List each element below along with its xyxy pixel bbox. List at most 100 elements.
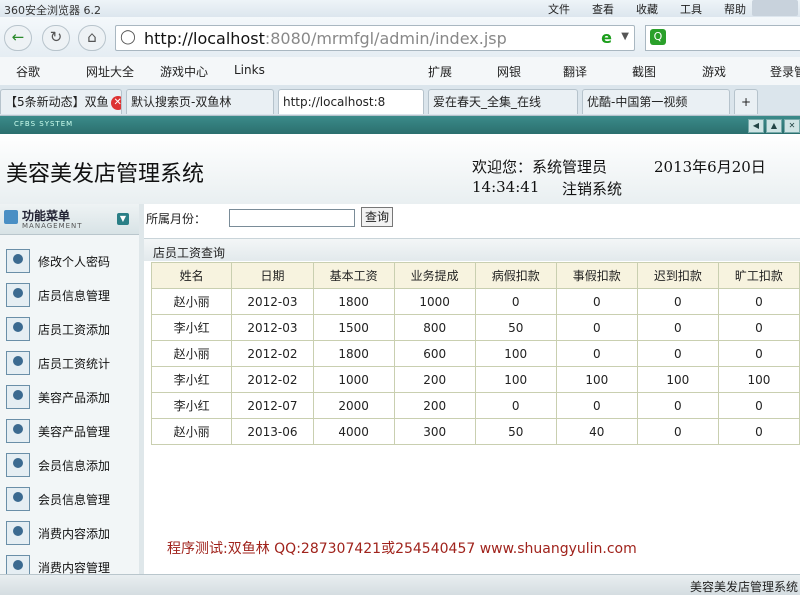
table-header-row: 姓名 日期 基本工资 业务提成 病假扣款 事假扣款 迟到扣款 旷工扣款 [150, 262, 800, 289]
refresh-icon[interactable]: ↻ [42, 25, 70, 51]
fav-site-directory[interactable]: 网址大全 [86, 63, 134, 80]
table-cell: 0 [717, 314, 800, 341]
sidebar-item-product-manage[interactable]: 美容产品管理 [0, 414, 139, 448]
toolbar-translate[interactable]: 翻译 [563, 63, 587, 80]
table-cell: 0 [636, 288, 719, 315]
collapse-up-icon[interactable]: ▲ [766, 119, 782, 133]
browser-title-bar: 360安全浏览器 6.2 文件 查看 收藏 工具 帮助 [0, 0, 800, 17]
toolbar-extensions[interactable]: 扩展 [428, 63, 452, 80]
app-title: 美容美发店管理系统 [6, 162, 205, 187]
toolbar-bank[interactable]: 网银 [497, 63, 521, 80]
table-cell: 李小红 [150, 392, 233, 419]
search-engine-icon[interactable]: Q [650, 29, 666, 45]
back-icon[interactable]: ← [4, 25, 32, 51]
menu-help[interactable]: 帮助 [724, 1, 746, 17]
sidebar-item-consumption-add[interactable]: 消费内容添加 [0, 516, 139, 550]
sidebar-item-salary-stats[interactable]: 店员工资统计 [0, 346, 139, 380]
table-cell: 2012-03 [231, 288, 314, 315]
user-icon [6, 487, 30, 511]
sidebar-item-label: 店员工资添加 [38, 323, 111, 337]
collapse-left-icon[interactable]: ◀ [748, 119, 764, 133]
search-input[interactable]: Q [645, 25, 800, 51]
table-row: 李小红 2012-03 1500 800 50 0 0 0 [150, 314, 800, 341]
sidebar-item-consumption-manage[interactable]: 消费内容管理 [0, 550, 139, 574]
close-icon[interactable]: ✕ [784, 119, 800, 133]
fav-game-center[interactable]: 游戏中心 [160, 63, 208, 80]
table-cell: 1500 [312, 314, 395, 341]
sidebar-item-label: 店员信息管理 [38, 289, 111, 303]
table-row: 李小红 2012-02 1000 200 100 100 100 100 [150, 366, 800, 393]
sidebar-item-member-add[interactable]: 会员信息添加 [0, 448, 139, 482]
sidebar-item-product-add[interactable]: 美容产品添加 [0, 380, 139, 414]
table-cell: 2013-06 [231, 418, 314, 445]
user-icon [6, 521, 30, 545]
tab-news[interactable]: 【5条新动态】双鱼 ✕ [0, 89, 122, 114]
table-cell: 0 [717, 392, 800, 419]
current-time: 14:34:41 [472, 178, 540, 196]
month-label: 所属月份： [146, 212, 207, 226]
chevron-down-icon[interactable]: ▼ [621, 31, 629, 42]
sidebar-header: 功能菜单 MANAGEMENT ▼ [0, 204, 139, 235]
table-cell: 2012-02 [231, 366, 314, 393]
table-cell: 300 [393, 418, 476, 445]
table-cell: 800 [393, 314, 476, 341]
logout-link[interactable]: 注销系统 [562, 178, 622, 199]
query-button[interactable]: 查询 [361, 207, 393, 227]
strip-controls: ◀ ▲ ✕ [748, 119, 800, 133]
tab-video[interactable]: 爱在春天_全集_在线 [428, 89, 578, 114]
table-cell: 200 [393, 366, 476, 393]
ie-mode-icon[interactable]: e [601, 28, 612, 47]
column-header: 姓名 [150, 262, 233, 289]
table-cell: 0 [474, 392, 557, 419]
table-cell: 2012-07 [231, 392, 314, 419]
url-path: :8080/mrmfgl/admin/index.jsp [264, 29, 507, 48]
sidebar-item-label: 消费内容管理 [38, 561, 111, 574]
status-text: 美容美发店管理系统 [689, 580, 798, 594]
table-cell: 0 [636, 314, 719, 341]
toolbar-games[interactable]: 游戏 [702, 63, 726, 80]
tab-label: http://localhost:8 [283, 95, 386, 109]
tab-search[interactable]: 默认搜索页-双鱼林 [126, 89, 274, 114]
sidebar-item-change-password[interactable]: 修改个人密码 [0, 244, 139, 278]
table-cell: 600 [393, 340, 476, 367]
window-controls[interactable] [752, 0, 798, 16]
month-input[interactable] [229, 209, 355, 227]
user-icon [6, 419, 30, 443]
current-date: 2013年6月20日 [654, 158, 766, 176]
table-cell: 100 [474, 340, 557, 367]
fav-links[interactable]: Links [234, 63, 265, 77]
close-icon[interactable]: ✕ [110, 95, 121, 110]
new-tab-icon[interactable]: + [734, 89, 758, 114]
toolbar-screenshot[interactable]: 截图 [632, 63, 656, 80]
table-cell: 0 [555, 340, 638, 367]
home-icon[interactable]: ⌂ [78, 25, 106, 51]
table-cell: 100 [636, 366, 719, 393]
column-header: 事假扣款 [555, 262, 638, 289]
table-cell: 0 [636, 392, 719, 419]
url-field[interactable]: ◯ http://localhost:8080/mrmfgl/admin/ind… [115, 25, 635, 51]
sidebar-item-label: 店员工资统计 [38, 357, 111, 371]
shield-icon: ◯ [120, 29, 136, 45]
chevron-down-icon[interactable]: ▼ [117, 213, 129, 225]
user-icon [6, 351, 30, 375]
sidebar-item-staff-info[interactable]: 店员信息管理 [0, 278, 139, 312]
table-cell: 50 [474, 418, 557, 445]
sidebar-item-member-manage[interactable]: 会员信息管理 [0, 482, 139, 516]
table-cell: 50 [474, 314, 557, 341]
menu-view[interactable]: 查看 [592, 1, 614, 17]
tab-localhost[interactable]: http://localhost:8 [278, 89, 424, 114]
menu-favorites[interactable]: 收藏 [636, 1, 658, 17]
table-cell: 100 [717, 366, 800, 393]
browser-title: 360安全浏览器 6.2 [4, 4, 101, 17]
table-cell: 0 [474, 288, 557, 315]
sidebar-item-salary-add[interactable]: 店员工资添加 [0, 312, 139, 346]
fav-google[interactable]: 谷歌 [16, 63, 40, 80]
menu-tools[interactable]: 工具 [680, 1, 702, 17]
user-icon [6, 283, 30, 307]
tab-youku[interactable]: 优酷-中国第一视频 [582, 89, 730, 114]
toolbar-login[interactable]: 登录管 [770, 63, 800, 80]
table-cell: 0 [636, 340, 719, 367]
menu-file[interactable]: 文件 [548, 1, 570, 17]
column-header: 基本工资 [312, 262, 395, 289]
table-cell: 0 [555, 314, 638, 341]
